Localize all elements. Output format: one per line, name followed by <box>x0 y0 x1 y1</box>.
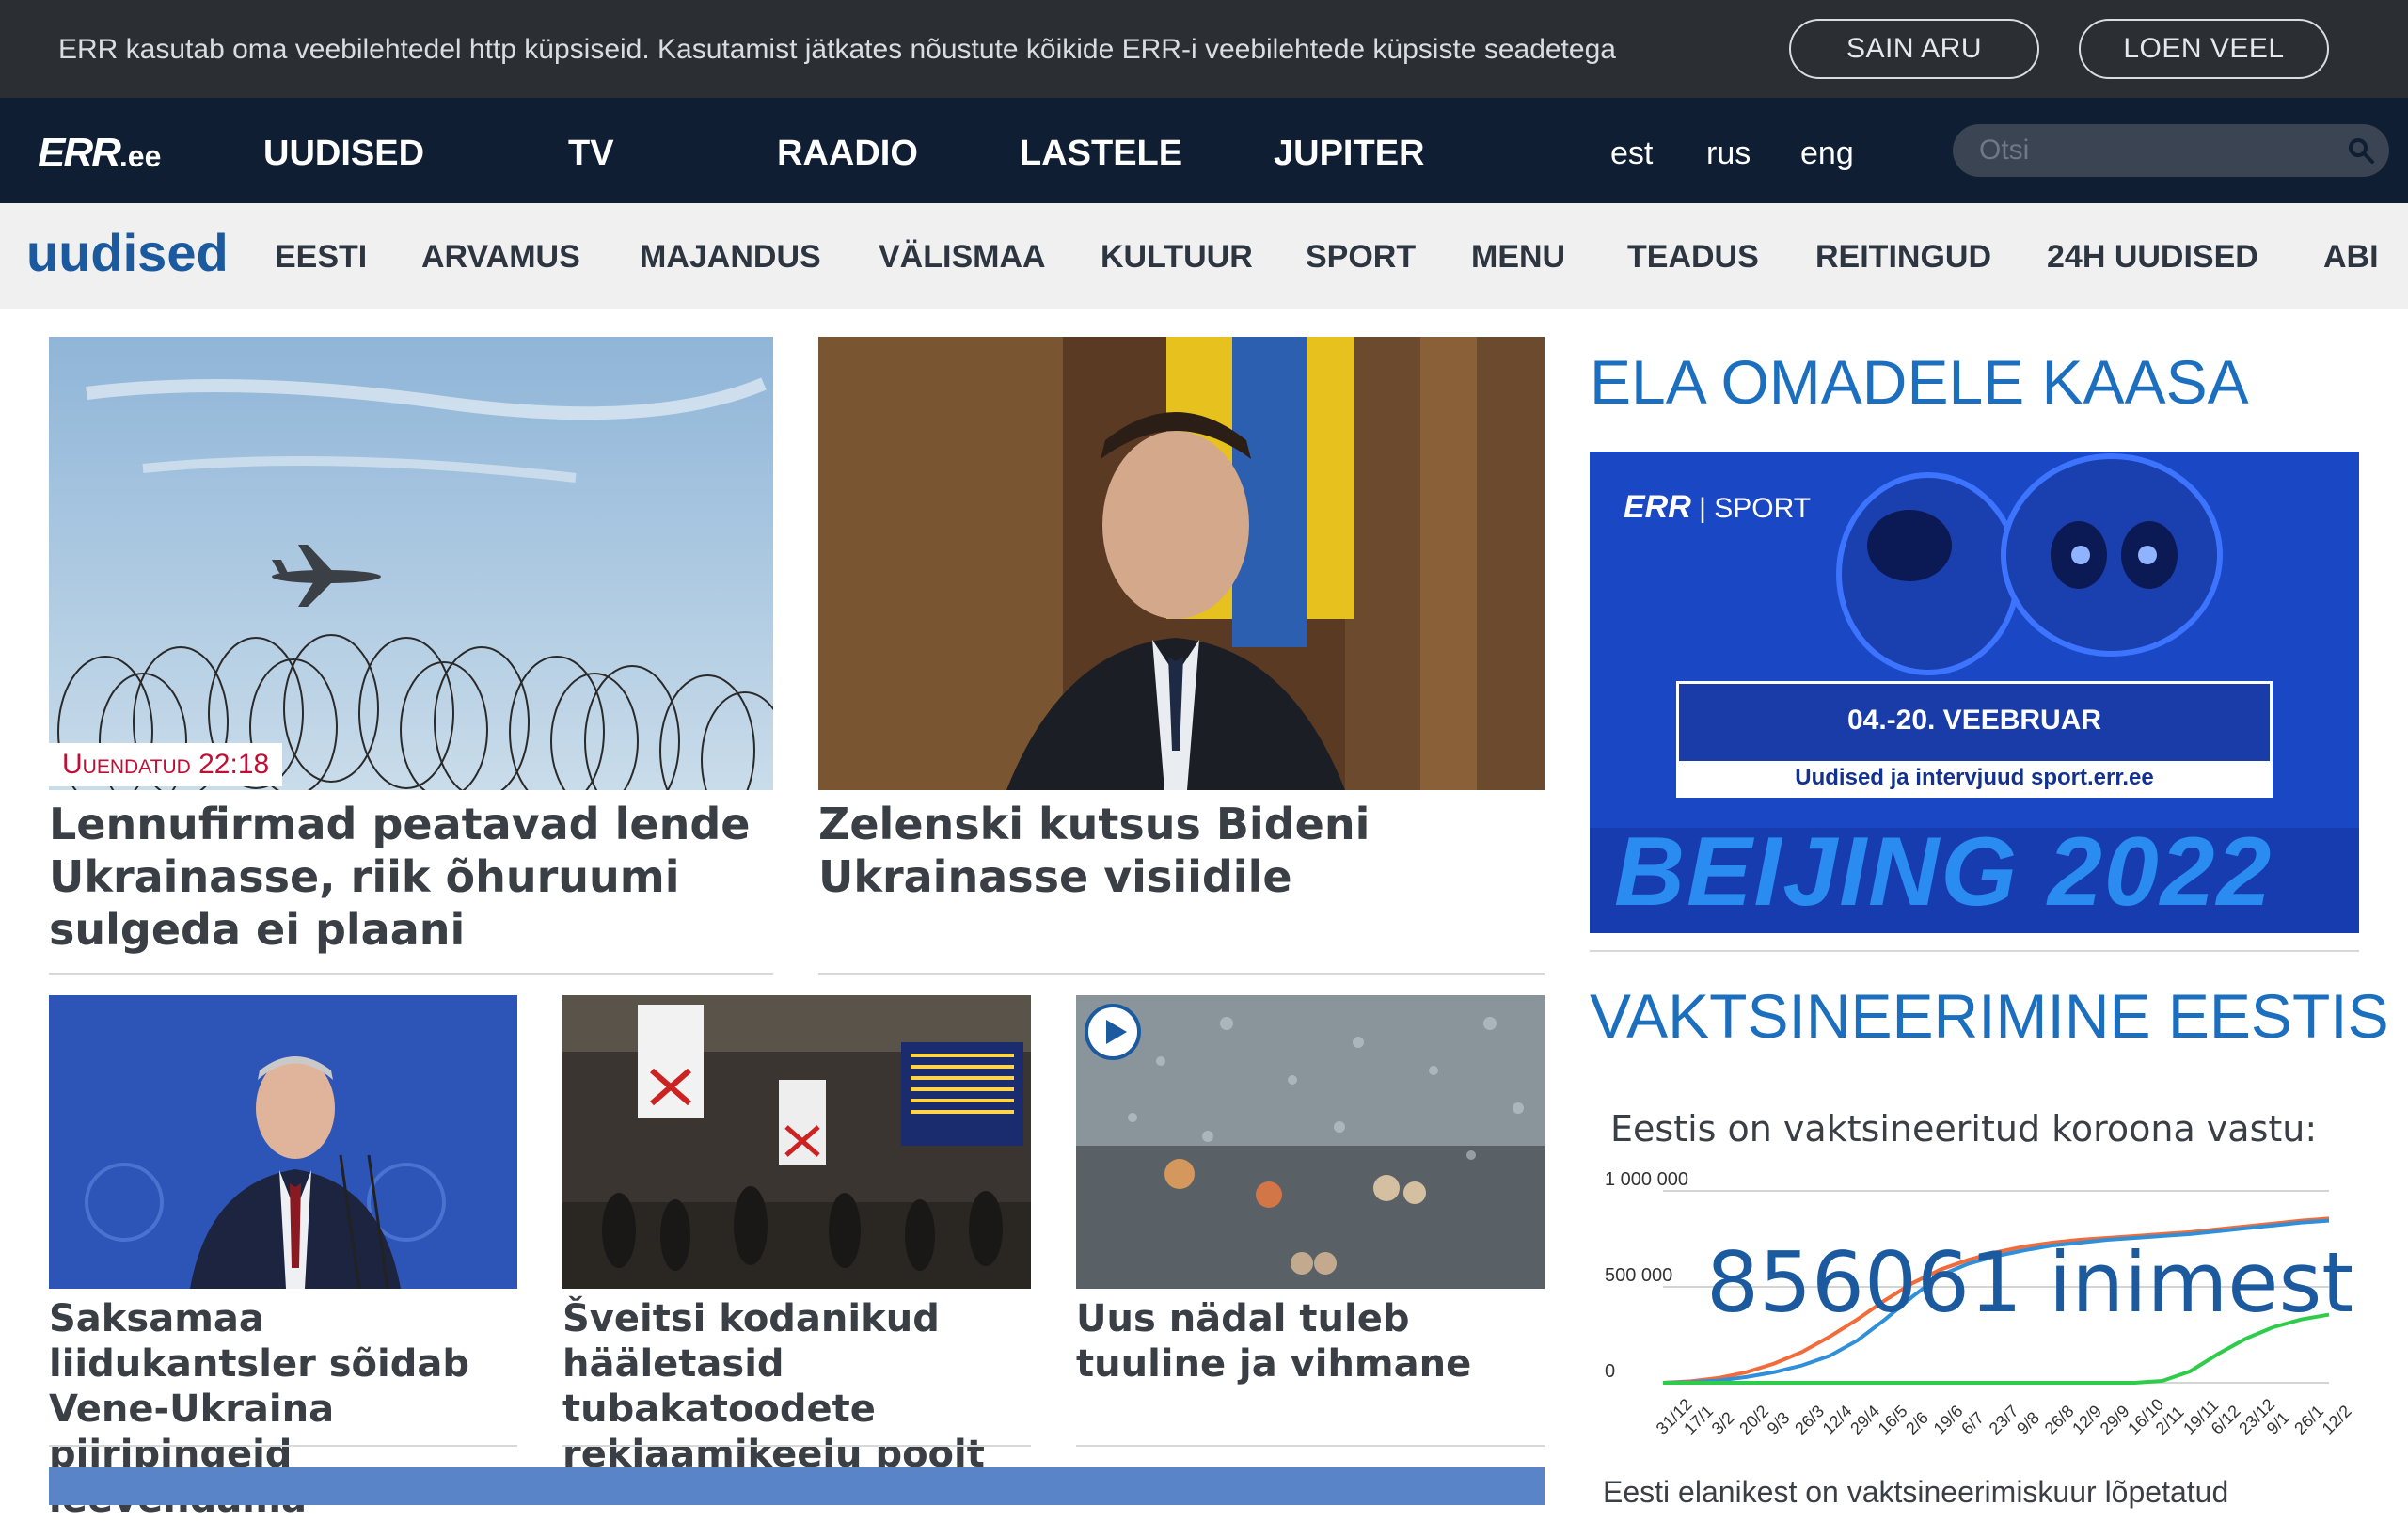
scholz-photo <box>49 995 517 1289</box>
section-item-kultuur[interactable]: KULTUUR <box>1101 239 1253 276</box>
banner-brand-sport: | SPORT <box>1699 493 1812 524</box>
station-photo <box>562 995 1031 1289</box>
y-tick-label: 0 <box>1605 1361 1615 1382</box>
divider <box>1076 1445 1545 1447</box>
nav-item-raadio[interactable]: RAADIO <box>777 134 918 174</box>
y-tick-label: 500 000 <box>1605 1265 1672 1286</box>
cookie-bar: ERR kasutab oma veebilehtedel http küpsi… <box>0 0 2408 98</box>
next-article-image[interactable] <box>49 1467 1545 1505</box>
banner-dates: 04.-20. VEEBRUAR <box>1846 705 2102 736</box>
x-tick-label: 16/5 <box>1875 1402 1911 1438</box>
section-item-arvamus[interactable]: ARVAMUS <box>421 239 580 276</box>
logo-text: ERR <box>38 130 121 176</box>
x-tick-label: 29/4 <box>1846 1402 1883 1438</box>
beijing-2022-banner[interactable]: ERR | SPORT 04.-20. VEEBRUAR Uudised ja … <box>1590 452 2359 933</box>
chart-title: Eestis on vaktsineeritud koroona vastu: <box>1610 1108 2318 1149</box>
section-item-majandus[interactable]: MAJANDUS <box>640 239 821 276</box>
x-tick-label: 29/9 <box>2097 1402 2133 1438</box>
updated-badge: Uuendatud 22:18 <box>49 743 283 786</box>
article-image-zelensky[interactable] <box>818 337 1545 790</box>
divider <box>49 1445 517 1447</box>
chart-x-ticks: 31/1217/13/220/29/326/312/429/416/52/619… <box>1653 1395 2352 1438</box>
sidebar-heading-vaktsineerimine: VAKTSINEERIMINE EESTIS <box>1590 981 2389 1051</box>
article-headline-airlines[interactable]: Lennufirmad peatavad lende Ukrainasse, r… <box>49 798 764 956</box>
top-navigation: ERR.ee UUDISED TV RAADIO LASTELE JUPITER… <box>0 98 2408 203</box>
x-tick-label: 19/6 <box>1930 1402 1967 1438</box>
section-title[interactable]: uudised <box>26 222 229 283</box>
banner-brand: ERR | SPORT <box>1624 489 1811 526</box>
divider <box>1590 950 2359 952</box>
logo-suffix: .ee <box>119 139 162 173</box>
banner-info-box: 04.-20. VEEBRUAR Uudised ja intervjuud s… <box>1676 681 2273 798</box>
section-item-sport[interactable]: SPORT <box>1306 239 1416 276</box>
rain-photo <box>1076 995 1545 1289</box>
banner-brand-err: ERR <box>1624 489 1691 525</box>
article-image-rain[interactable] <box>1076 995 1545 1289</box>
nav-item-lastele[interactable]: LASTELE <box>1020 134 1182 174</box>
play-icon[interactable] <box>1084 1003 1142 1061</box>
x-tick-label: 26/3 <box>1791 1402 1828 1438</box>
article-image-scholz[interactable] <box>49 995 517 1289</box>
banner-event: BEIJING 2022 <box>1614 817 2273 927</box>
divider <box>818 973 1545 975</box>
nav-item-tv[interactable]: TV <box>568 134 614 174</box>
chart-y-ticks: 0 500 000 1 000 000 <box>1605 1169 1688 1382</box>
sidebar-heading-ela: ELA OMADELE KAASA <box>1590 347 2249 417</box>
x-tick-label: 20/2 <box>1735 1402 1772 1438</box>
section-item-eesti[interactable]: EESTI <box>275 239 367 276</box>
section-item-reitingud[interactable]: REITINGUD <box>1815 239 1991 276</box>
section-item-teadus[interactable]: TEADUS <box>1627 239 1759 276</box>
article-headline-weather[interactable]: Uus nädal tuleb tuuline ja vihmane <box>1076 1296 1545 1387</box>
vaccination-chart: 0 500 000 1 000 000 31/1217/13/220/29/326/… <box>1605 1169 2352 1438</box>
section-item-valismaa[interactable]: VÄLISMAA <box>879 239 1046 276</box>
divider <box>562 1445 1031 1447</box>
divider <box>49 973 773 975</box>
article-headline-sveits[interactable]: Šveitsi kodanikud hääletasid tubakatoode… <box>562 1296 1031 1477</box>
chart-caption: Eesti elanikest on vaktsineerimiskuur lõ… <box>1603 1475 2229 1509</box>
lang-eng[interactable]: eng <box>1800 135 1854 172</box>
article-image-swiss-station[interactable] <box>562 995 1031 1289</box>
nav-item-uudised[interactable]: UUDISED <box>263 134 424 174</box>
airplane-photo <box>49 337 773 790</box>
search-input[interactable] <box>1979 134 2337 167</box>
nav-item-jupiter[interactable]: JUPITER <box>1274 134 1424 174</box>
section-item-24h-uudised[interactable]: 24H UUDISED <box>2047 239 2258 276</box>
x-tick-label: 12/4 <box>1819 1402 1856 1438</box>
section-item-menu[interactable]: MENU <box>1471 239 1565 276</box>
x-tick-label: 26/1 <box>2290 1402 2327 1438</box>
read-more-button[interactable]: LOEN VEEL <box>2079 19 2329 79</box>
article-image-airplane[interactable] <box>49 337 773 790</box>
lang-est[interactable]: est <box>1610 135 1653 172</box>
x-tick-label: 12/2 <box>2319 1402 2352 1438</box>
zelensky-photo <box>818 337 1545 790</box>
search-icon[interactable] <box>2346 135 2376 166</box>
banner-info: Uudised ja intervjuud sport.err.ee <box>1679 761 2270 795</box>
chart-highlight-value: 856061 inimest <box>1706 1234 2352 1331</box>
cookie-text: ERR kasutab oma veebilehtedel http küpsi… <box>58 34 1616 65</box>
x-tick-label: 12/9 <box>2068 1402 2105 1438</box>
accept-cookies-button[interactable]: SAIN ARU <box>1789 19 2039 79</box>
x-tick-label: 23/7 <box>1986 1402 2022 1438</box>
x-tick-label: 26/8 <box>2041 1402 2078 1438</box>
y-tick-label: 1 000 000 <box>1605 1169 1688 1190</box>
search-box <box>1953 124 2389 177</box>
err-logo[interactable]: ERR.ee <box>38 130 161 177</box>
section-item-abi[interactable]: ABI <box>2323 239 2379 276</box>
article-headline-zelenski[interactable]: Zelenski kutsus Bideni Ukrainasse visiid… <box>818 798 1533 903</box>
lang-rus[interactable]: rus <box>1706 135 1751 172</box>
section-navigation: uudised EESTI ARVAMUS MAJANDUS VÄLISMAA … <box>0 203 2408 309</box>
